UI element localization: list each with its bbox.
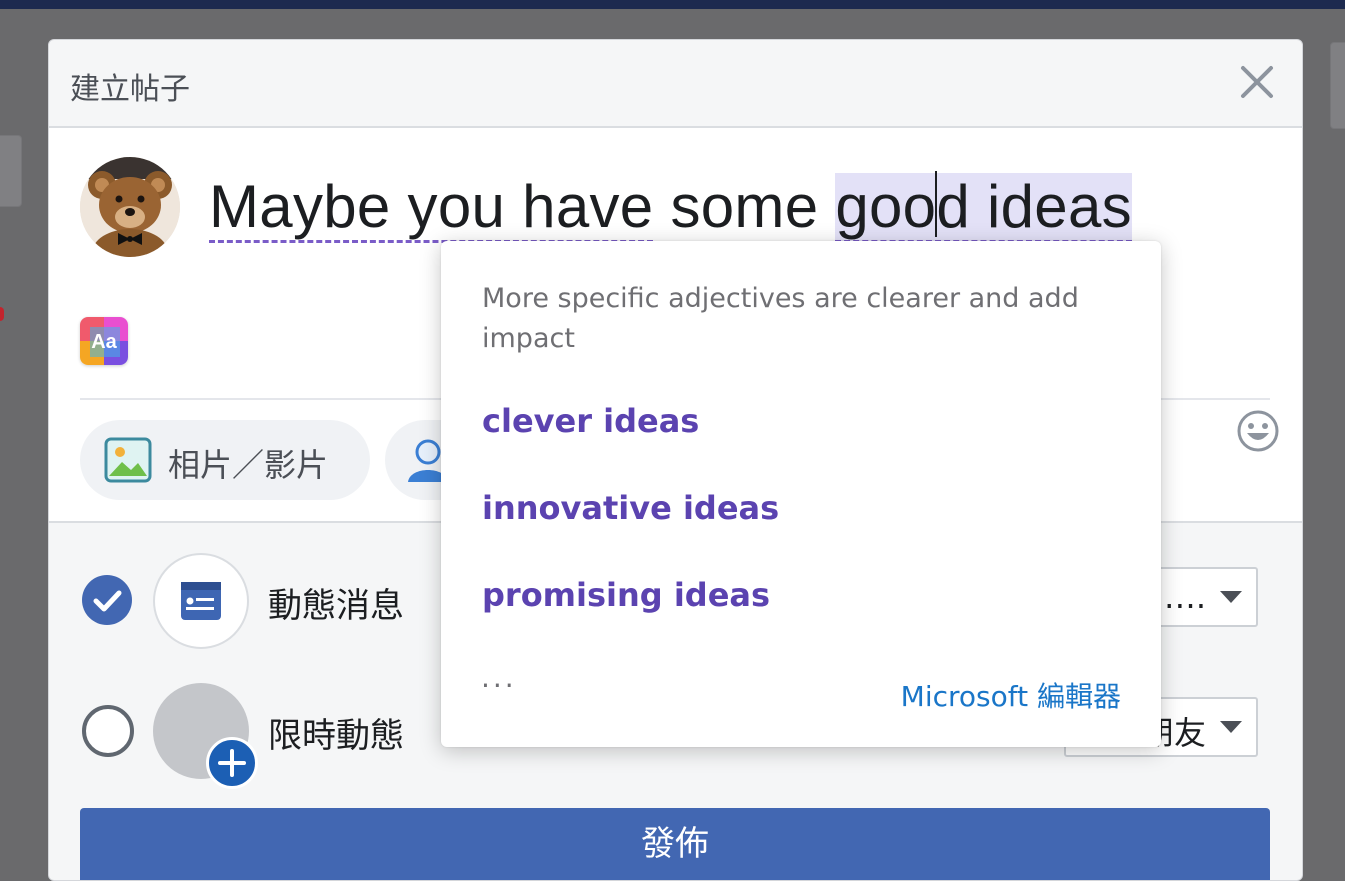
chevron-down-icon [1220,591,1242,603]
post-text-input[interactable]: Maybe you have some good ideas [209,170,1132,244]
dropdown-value: …. [1163,578,1206,616]
suggestion-item[interactable]: innovative ideas [482,489,779,527]
suggestion-item[interactable]: promising ideas [482,576,770,614]
smiley-icon[interactable] [1236,409,1280,453]
suggestion-description: More specific adjectives are clearer and… [482,283,1079,354]
microsoft-editor-link[interactable]: Microsoft 編輯器 [901,675,1121,715]
news-feed-icon [181,582,221,620]
photo-video-button[interactable]: 相片／影片 [80,420,370,500]
news-feed-label: 動態消息 [268,586,404,626]
publish-button[interactable]: 發佈 [80,808,1270,880]
flagged-phrase[interactable]: Maybe you have [209,173,654,243]
add-icon[interactable] [206,737,258,789]
dialog-header: 建立帖子 [49,40,1302,128]
news-feed-thumbnail [153,553,249,649]
background-card [1330,42,1345,129]
text-style-icon[interactable]: Aa [80,317,128,365]
svg-text:Aa: Aa [91,331,117,353]
story-label: 限時動態 [268,716,404,756]
chevron-down-icon [1220,721,1242,733]
background-card [0,135,22,207]
check-icon [93,590,122,612]
news-feed-checkbox[interactable] [82,575,132,625]
highlight-text-b: d ideas [936,173,1132,240]
dialog-title: 建立帖子 [70,72,190,107]
suggestion-item[interactable]: clever ideas [482,402,699,440]
close-icon[interactable] [1237,62,1277,102]
highlight-text-a: goo [835,173,937,240]
more-options-button[interactable]: ··· [481,669,517,702]
photo-icon [104,437,152,483]
background-badge [0,307,4,321]
editor-suggestion-popup: More specific adjectives are clearer and… [441,241,1161,747]
avatar[interactable] [80,157,180,257]
flagged-word-highlight[interactable]: good ideas [835,171,1132,243]
photo-video-label: 相片／影片 [168,446,329,484]
story-radio[interactable] [82,705,134,757]
top-nav-bar [0,0,1345,9]
plain-text: some [653,173,836,240]
